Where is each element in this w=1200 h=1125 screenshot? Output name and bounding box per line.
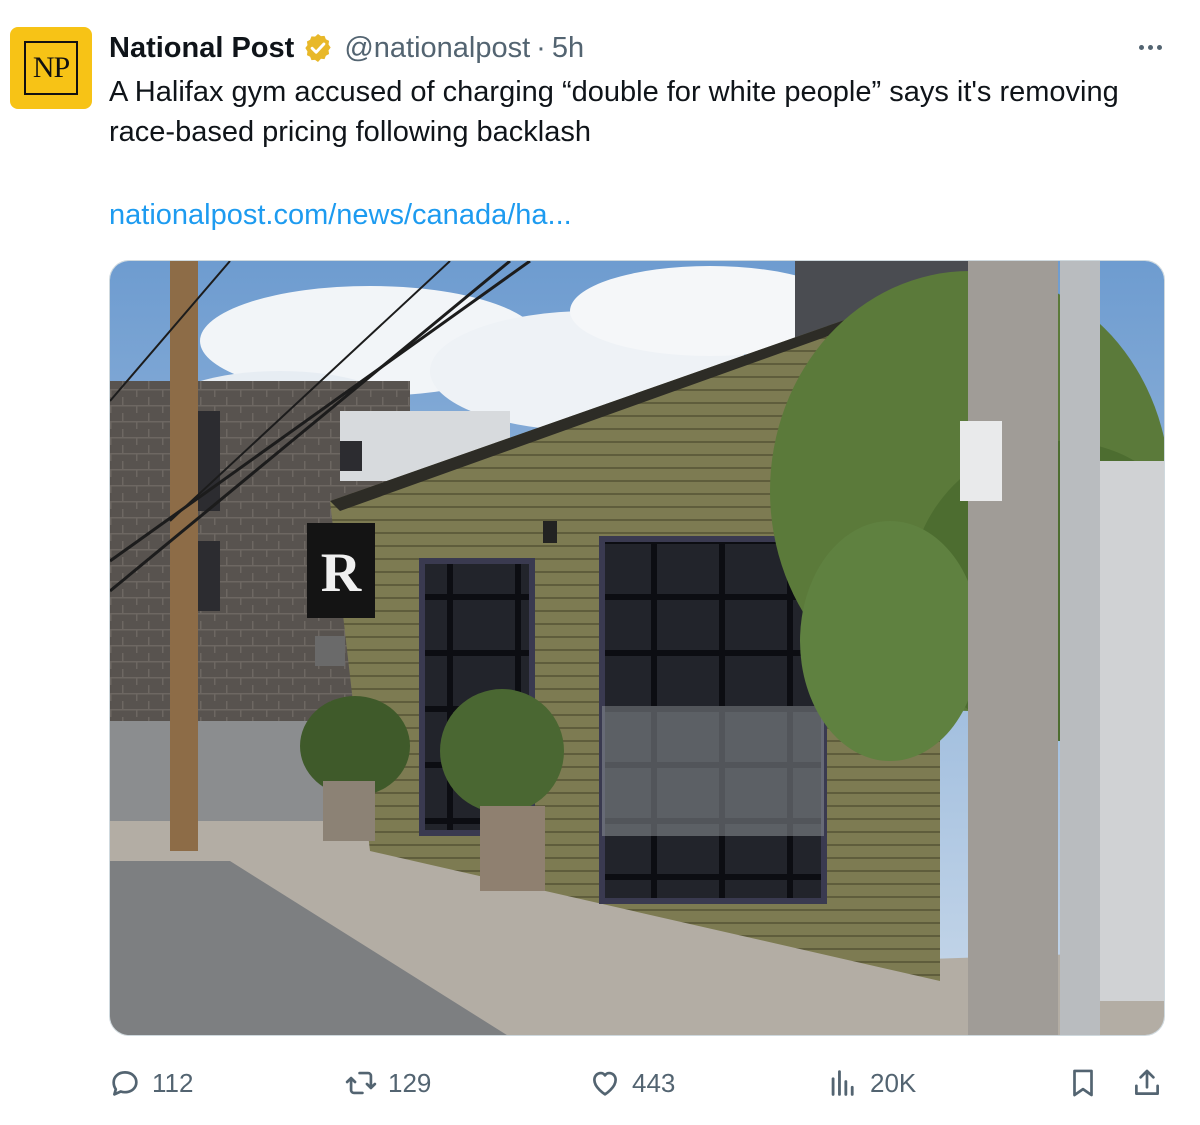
avatar-logo: NP xyxy=(24,41,78,95)
gym-photo: R xyxy=(110,261,1164,1035)
more-dot-icon xyxy=(1147,44,1153,50)
views-chart-icon xyxy=(831,1070,854,1096)
repost-button[interactable]: 129 xyxy=(344,1058,431,1108)
verified-badge-icon xyxy=(305,34,331,62)
author-handle[interactable]: @nationalpost xyxy=(344,32,530,65)
repost-icon xyxy=(345,1071,377,1095)
timestamp[interactable]: 5h xyxy=(552,32,584,65)
reply-button[interactable]: 112 xyxy=(108,1058,193,1108)
separator-dot: · xyxy=(536,31,546,64)
tweet-text: A Halifax gym accused of charging “doubl… xyxy=(109,76,1119,148)
views-count: 20K xyxy=(870,1067,917,1098)
like-count: 443 xyxy=(632,1067,676,1098)
more-dot-icon xyxy=(1156,44,1162,50)
reply-icon xyxy=(112,1071,138,1096)
tweet[interactable]: NP National Post @nationalpost · 5h A Ha… xyxy=(0,0,1200,1125)
bookmark-icon xyxy=(1073,1069,1093,1097)
more-options-button[interactable] xyxy=(1130,32,1170,62)
reply-count: 112 xyxy=(152,1067,194,1098)
views-button[interactable]: 20K xyxy=(826,1058,916,1108)
sign-letter: R xyxy=(321,542,362,604)
author-name[interactable]: National Post xyxy=(109,32,294,65)
avatar[interactable]: NP xyxy=(10,27,92,109)
action-bar: 112 129 443 20K xyxy=(0,1058,1200,1108)
article-link[interactable]: nationalpost.com/news/canada/ha... xyxy=(109,195,572,235)
tweet-image[interactable]: R xyxy=(109,260,1165,1036)
bookmark-button[interactable] xyxy=(1066,1058,1100,1108)
repost-count: 129 xyxy=(388,1067,432,1098)
heart-icon xyxy=(593,1071,617,1096)
share-button[interactable] xyxy=(1130,1058,1164,1108)
avatar-initials: NP xyxy=(32,51,70,84)
more-dot-icon xyxy=(1138,44,1144,50)
tweet-header: National Post @nationalpost · 5h xyxy=(109,28,584,68)
like-button[interactable]: 443 xyxy=(588,1058,675,1108)
share-icon xyxy=(1135,1069,1159,1095)
